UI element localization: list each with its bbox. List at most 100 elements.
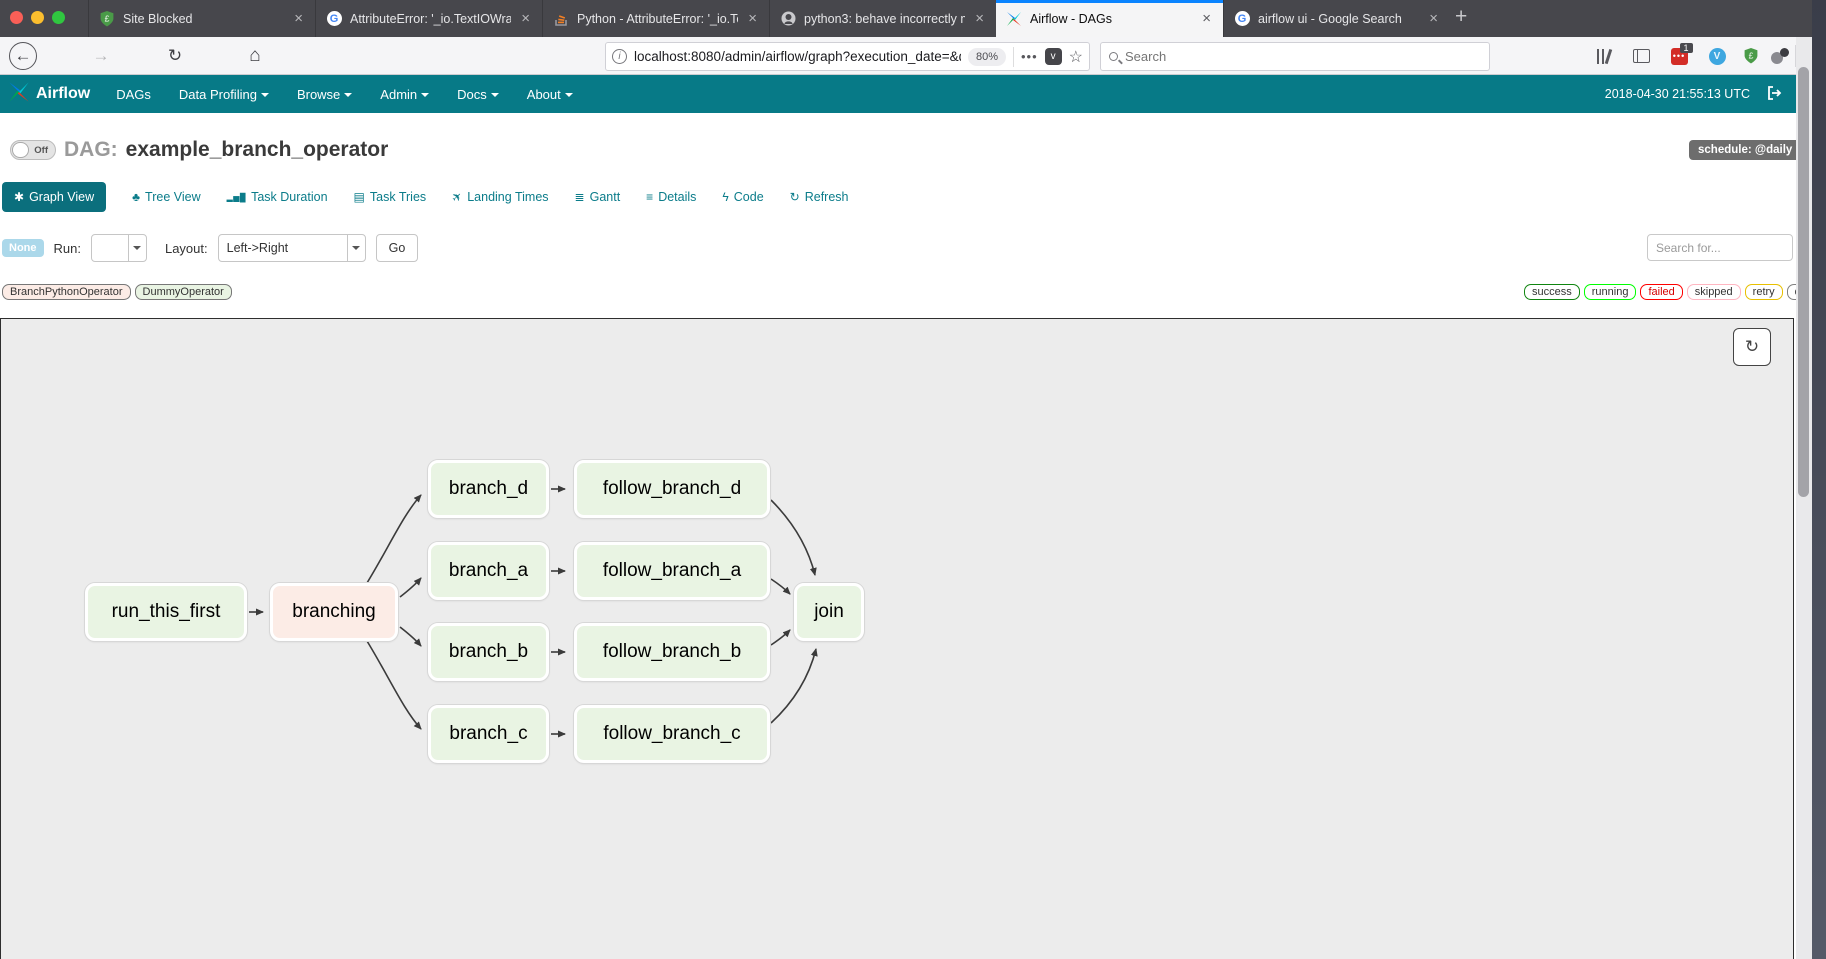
nav-item-dags[interactable]: DAGs (102, 75, 165, 113)
close-tab-icon[interactable]: × (292, 10, 305, 27)
task-tries-button[interactable]: ▤ Task Tries (354, 190, 427, 204)
refresh-button[interactable]: ↻ Refresh (790, 190, 849, 204)
new-tab-button[interactable]: + (1455, 5, 1467, 29)
task-node-follow_branch_b[interactable]: follow_branch_b (574, 623, 770, 681)
legend-running: running (1584, 284, 1637, 300)
task-duration-button[interactable]: ▂▅█ Task Duration (227, 190, 328, 204)
task-node-branch_b[interactable]: branch_b (428, 623, 549, 681)
github-icon (780, 11, 796, 27)
blue-extension-icon[interactable]: V (1706, 46, 1728, 66)
run-select[interactable] (91, 234, 147, 262)
close-tab-icon[interactable]: × (1200, 10, 1213, 27)
task-node-follow_branch_d[interactable]: follow_branch_d (574, 460, 770, 518)
task-node-join[interactable]: join (794, 583, 864, 641)
list-icon: ≡ (646, 190, 653, 204)
chevron-down-icon (344, 93, 352, 97)
close-tab-icon[interactable]: × (973, 10, 986, 27)
edge-follow_branch_a-join (771, 579, 790, 594)
search-icon (1109, 52, 1118, 61)
edge-branching-branch_d (367, 495, 421, 583)
task-search-input[interactable] (1647, 234, 1793, 261)
close-tab-icon[interactable]: × (1427, 10, 1440, 27)
utc-clock: 2018-04-30 21:55:13 UTC (1605, 87, 1750, 101)
forward-icon: → (93, 46, 110, 66)
landing-times-button[interactable]: ✈ Landing Times (452, 190, 548, 204)
home-button[interactable]: ⌂ (240, 41, 270, 71)
ghostery-extension-icon[interactable] (1769, 46, 1791, 66)
details-button[interactable]: ≡ Details (646, 190, 696, 204)
page-actions-icon[interactable]: ••• (1021, 49, 1038, 64)
url-bar[interactable]: i localhost:8080/admin/airflow/graph?exe… (605, 42, 1090, 71)
dag-graph-canvas[interactable]: run_this_first branching branch_d follow… (0, 318, 1794, 959)
dag-header: Off DAG: example_branch_operator (10, 138, 388, 162)
desktop-edge (1812, 0, 1826, 959)
tree-view-button[interactable]: ♣ Tree View (132, 190, 200, 204)
shield-icon: £ (99, 11, 115, 27)
close-tab-icon[interactable]: × (746, 10, 759, 27)
dag-name: example_branch_operator (126, 138, 389, 162)
url-text[interactable]: localhost:8080/admin/airflow/graph?execu… (634, 49, 961, 64)
gantt-button[interactable]: ≣ Gantt (575, 190, 621, 204)
nav-item-browse[interactable]: Browse (283, 75, 366, 113)
library-icon[interactable] (1592, 46, 1614, 66)
tab-airflow-dags[interactable]: Airflow - DAGs × (996, 0, 1223, 37)
task-node-branch_a[interactable]: branch_a (428, 542, 549, 600)
tab-attributeerror[interactable]: G AttributeError: '_io.TextIOWrapp × (315, 0, 542, 37)
nav-item-about[interactable]: About (513, 75, 587, 113)
tab-google-search[interactable]: G airflow ui - Google Search × (1223, 0, 1450, 37)
zoom-window-button[interactable] (52, 11, 65, 24)
tab-python-attributeerror[interactable]: Python - AttributeError: '_io.Te × (542, 0, 769, 37)
close-window-button[interactable] (10, 11, 23, 24)
task-node-follow_branch_c[interactable]: follow_branch_c (574, 705, 770, 763)
page-scrollbar[interactable] (1796, 37, 1812, 959)
edge-branching-branch_b (400, 627, 421, 646)
nav-item-docs[interactable]: Docs (443, 75, 513, 113)
forward-button[interactable]: → (86, 41, 116, 71)
back-button[interactable]: ← (8, 41, 38, 71)
tab-github-python3[interactable]: python3: behave incorrectly mo × (769, 0, 996, 37)
task-node-branch_d[interactable]: branch_d (428, 460, 549, 518)
reload-button[interactable]: ↻ (160, 41, 190, 71)
nav-item-data-profiling[interactable]: Data Profiling (165, 75, 283, 113)
screen: £ Site Blocked × G AttributeError: '_io.… (0, 0, 1826, 959)
bookmark-star-icon[interactable]: ☆ (1069, 47, 1083, 67)
dag-pause-toggle[interactable]: Off (10, 140, 56, 160)
airflow-logo-icon (8, 81, 30, 108)
task-node-follow_branch_a[interactable]: follow_branch_a (574, 542, 770, 600)
browser-search-bar[interactable] (1100, 42, 1490, 71)
close-tab-icon[interactable]: × (519, 10, 532, 27)
zoom-level-badge[interactable]: 80% (968, 48, 1006, 66)
brand-label: Airflow (36, 85, 90, 103)
airflow-brand[interactable]: Airflow (0, 81, 102, 108)
extension-badge: 1 (1680, 43, 1692, 53)
window-controls (10, 11, 65, 24)
layout-select[interactable]: Left->Right (218, 234, 366, 262)
graph-view-button[interactable]: ✱ Graph View (2, 182, 106, 212)
run-controls: None Run: Layout: Left->Right Go (2, 234, 418, 262)
browser-search-input[interactable] (1125, 49, 1481, 64)
scrollbar-thumb[interactable] (1798, 67, 1809, 497)
code-button[interactable]: ϟ Code (722, 190, 763, 204)
tab-site-blocked[interactable]: £ Site Blocked × (88, 0, 315, 37)
run-label: Run: (54, 241, 81, 256)
google-icon: G (1234, 11, 1250, 27)
go-button[interactable]: Go (376, 234, 419, 262)
task-node-branch_c[interactable]: branch_c (428, 705, 549, 763)
svg-text:£: £ (1749, 51, 1754, 61)
plane-icon: ✈ (449, 188, 466, 205)
google-icon: G (326, 11, 342, 27)
legend-skipped: skipped (1687, 284, 1741, 300)
status-legend: success running failed skipped retry que… (1524, 284, 1826, 300)
minimize-window-button[interactable] (31, 11, 44, 24)
shield-extension-icon[interactable]: £ (1740, 46, 1762, 66)
logout-icon[interactable] (1766, 85, 1782, 104)
nav-item-admin[interactable]: Admin (366, 75, 443, 113)
task-node-run_this_first[interactable]: run_this_first (85, 583, 247, 641)
task-node-branching[interactable]: branching (270, 583, 398, 641)
site-info-icon[interactable]: i (612, 49, 627, 64)
layout-label: Layout: (165, 241, 208, 256)
lastpass-extension-icon[interactable]: •••1 (1668, 46, 1690, 66)
graph-refresh-button[interactable]: ↻ (1733, 328, 1771, 366)
sidebar-icon[interactable] (1630, 46, 1652, 66)
pocket-icon[interactable]: v (1045, 48, 1062, 65)
